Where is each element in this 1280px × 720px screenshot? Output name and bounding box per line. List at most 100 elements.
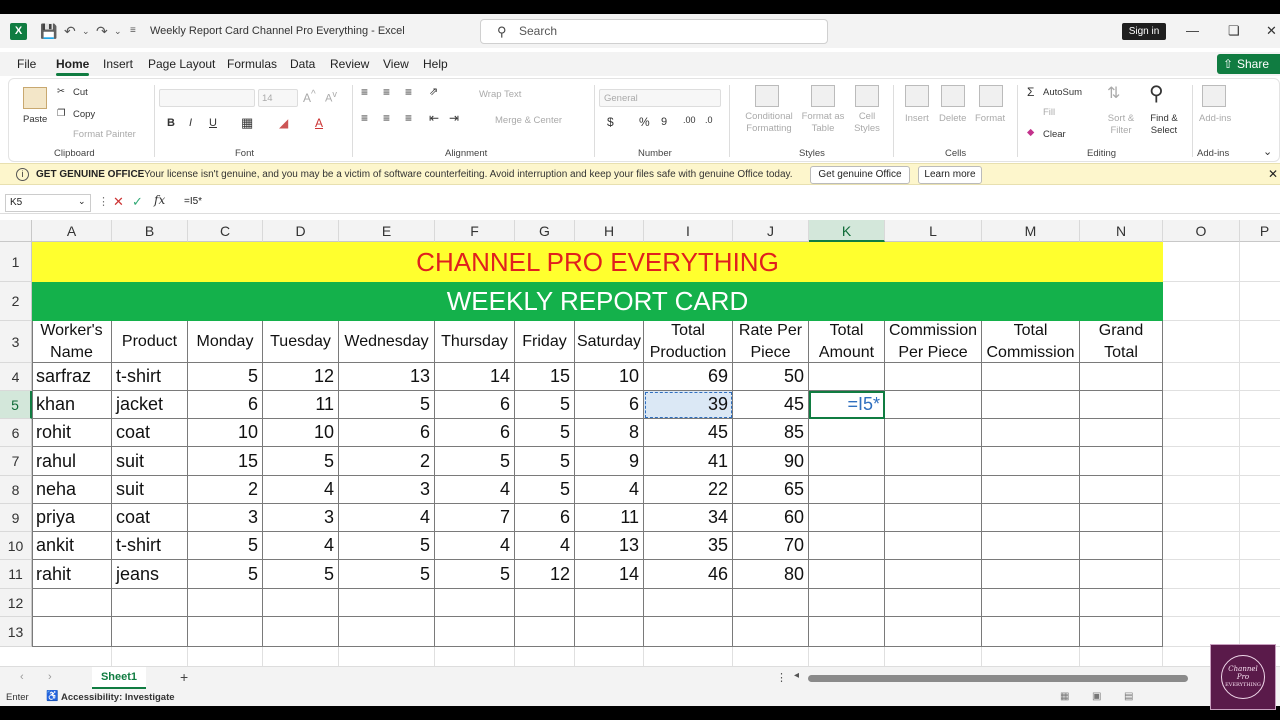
cancel-icon[interactable]: ✕ [113,194,124,210]
data-cell[interactable]: 70 [733,532,809,560]
empty-cell[interactable] [575,617,644,647]
data-cell[interactable]: 6 [188,391,263,419]
data-cell[interactable]: ankit [32,532,112,560]
copy-icon[interactable]: ❐ [57,108,66,119]
find-icon[interactable]: ⚲ [1149,81,1164,106]
header-cell[interactable]: Total Production [644,321,733,363]
name-box-dropdown-icon[interactable]: ⌄ [78,196,86,207]
tab-view[interactable]: View [383,57,409,71]
empty-cell[interactable] [435,617,515,647]
bold-icon[interactable]: B [167,117,175,129]
data-cell[interactable]: jeans [112,560,188,589]
data-cell[interactable]: 2 [339,447,435,476]
page-break-view-icon[interactable]: ▤ [1124,691,1133,702]
borders-icon[interactable]: ▦ [241,115,253,131]
conditional-formatting-icon[interactable] [755,85,779,107]
cell-styles-button[interactable]: Cell Styles [849,111,885,135]
data-cell[interactable]: 5 [263,447,339,476]
data-cell[interactable] [885,532,982,560]
data-cell[interactable] [809,447,885,476]
italic-icon[interactable]: I [189,117,192,129]
data-cell[interactable]: suit [112,447,188,476]
header-cell[interactable]: Friday [515,321,575,363]
data-cell[interactable] [1080,504,1163,532]
data-cell[interactable]: 35 [644,532,733,560]
undo-icon[interactable]: ↶ [64,23,76,40]
cut-icon[interactable]: ✂ [57,86,65,97]
data-cell[interactable]: 14 [575,560,644,589]
data-cell[interactable]: 5 [515,447,575,476]
empty-cell[interactable] [885,589,982,617]
data-cell[interactable] [1080,363,1163,391]
data-cell[interactable] [1080,476,1163,504]
format-as-table-icon[interactable] [811,85,835,107]
column-header-h[interactable]: H [575,220,644,242]
merge-center-button[interactable]: Merge & Center [495,115,562,126]
empty-cell[interactable] [339,589,435,617]
data-cell[interactable]: 5 [188,560,263,589]
row-header-11[interactable]: 11 [0,560,32,589]
find-select-button[interactable]: Find & Select [1145,113,1183,137]
data-cell[interactable]: 90 [733,447,809,476]
header-cell[interactable]: Rate Per Piece [733,321,809,363]
cut-button[interactable]: Cut [73,87,88,98]
row-header-4[interactable]: 4 [0,363,32,391]
close-message-icon[interactable]: ✕ [1268,167,1278,181]
active-edit-cell[interactable]: =I5* [809,391,885,419]
empty-cell[interactable] [885,617,982,647]
enter-icon[interactable]: ✓ [132,194,143,210]
restore-icon[interactable]: ❏ [1228,23,1240,39]
empty-cell[interactable] [644,617,733,647]
paste-label[interactable]: Paste [23,114,47,125]
data-cell[interactable]: t-shirt [112,532,188,560]
data-cell[interactable]: 15 [188,447,263,476]
cell-styles-icon[interactable] [855,85,879,107]
data-cell[interactable] [809,476,885,504]
data-cell[interactable]: 13 [339,363,435,391]
data-cell[interactable]: coat [112,419,188,447]
data-cell[interactable]: 8 [575,419,644,447]
format-cells-button[interactable]: Format [975,113,1005,124]
data-cell[interactable]: neha [32,476,112,504]
empty-cell[interactable] [515,617,575,647]
data-cell[interactable]: 6 [575,391,644,419]
data-cell[interactable]: 4 [263,476,339,504]
tab-home[interactable]: Home [56,57,90,76]
data-cell[interactable] [1080,391,1163,419]
empty-cell[interactable] [112,617,188,647]
clear-icon[interactable]: ◆ [1027,127,1034,138]
data-cell[interactable]: 5 [435,560,515,589]
row-header-8[interactable]: 8 [0,476,32,504]
data-cell[interactable] [809,560,885,589]
data-cell[interactable] [982,532,1080,560]
autosum-button[interactable]: AutoSum [1043,87,1082,98]
data-cell[interactable]: 41 [644,447,733,476]
data-cell[interactable]: 45 [644,419,733,447]
data-cell[interactable]: 3 [339,476,435,504]
orientation-icon[interactable]: ⇗ [429,85,438,98]
data-cell[interactable] [809,419,885,447]
data-cell[interactable] [982,560,1080,589]
minimize-icon[interactable]: — [1186,23,1199,38]
close-icon[interactable]: ✕ [1266,23,1277,39]
collapse-ribbon-icon[interactable]: ⌄ [1263,145,1272,158]
header-cell[interactable]: Commission Per Piece [885,321,982,363]
header-cell[interactable]: Grand Total [1080,321,1163,363]
align-top-icon[interactable]: ≡ [361,85,368,99]
tab-data[interactable]: Data [290,57,315,71]
signin-button[interactable]: Sign in [1122,23,1166,40]
data-cell[interactable]: 6 [515,504,575,532]
grow-font-icon[interactable]: A^ [303,89,316,105]
customize-qat-icon[interactable]: ≡ [130,25,136,36]
empty-cell[interactable] [188,617,263,647]
data-cell[interactable]: 50 [733,363,809,391]
learn-more-button[interactable]: Learn more [918,166,982,184]
currency-icon[interactable]: $ [607,115,614,129]
row-header-10[interactable]: 10 [0,532,32,560]
tab-formulas[interactable]: Formulas [227,57,277,71]
column-header-e[interactable]: E [339,220,435,242]
data-cell[interactable]: 5 [263,560,339,589]
sort-filter-icon[interactable]: ⇅ [1107,83,1120,103]
data-cell[interactable]: rahul [32,447,112,476]
header-cell[interactable]: Tuesday [263,321,339,363]
